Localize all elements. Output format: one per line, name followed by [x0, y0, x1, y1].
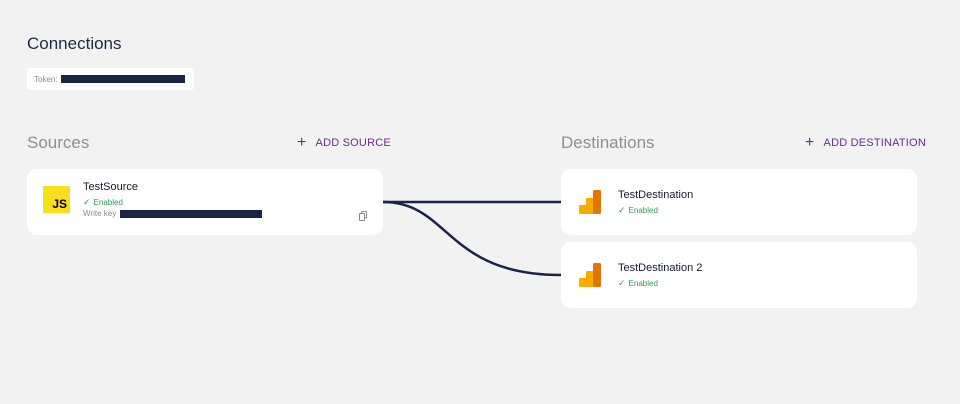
write-key: Write key	[83, 209, 263, 218]
copy-icon[interactable]	[359, 211, 367, 221]
connection-line-2	[382, 200, 562, 277]
source-status: ✓ Enabled	[83, 197, 123, 208]
write-key-label: Write key	[83, 209, 117, 218]
check-icon: ✓	[618, 205, 626, 215]
destination-status: ✓ Enabled	[618, 205, 658, 216]
check-icon: ✓	[618, 278, 626, 288]
status-text: Enabled	[93, 198, 123, 207]
write-key-value-redacted	[120, 209, 263, 218]
source-card-testsource[interactable]: JS TestSource ✓ Enabled Write key	[27, 169, 383, 235]
destination-status: ✓ Enabled	[618, 278, 658, 289]
javascript-logo-icon: JS	[43, 186, 70, 213]
check-icon: ✓	[83, 197, 91, 207]
destination-name: TestDestination	[618, 189, 694, 201]
google-analytics-icon	[579, 190, 601, 214]
google-analytics-icon	[579, 263, 601, 287]
status-text: Enabled	[628, 279, 658, 288]
destination-card-testdestination-2[interactable]: TestDestination 2 ✓ Enabled	[561, 242, 917, 308]
status-text: Enabled	[628, 206, 658, 215]
source-name: TestSource	[83, 181, 139, 193]
destination-name: TestDestination 2	[618, 262, 703, 274]
destination-card-testdestination[interactable]: TestDestination ✓ Enabled	[561, 169, 917, 235]
